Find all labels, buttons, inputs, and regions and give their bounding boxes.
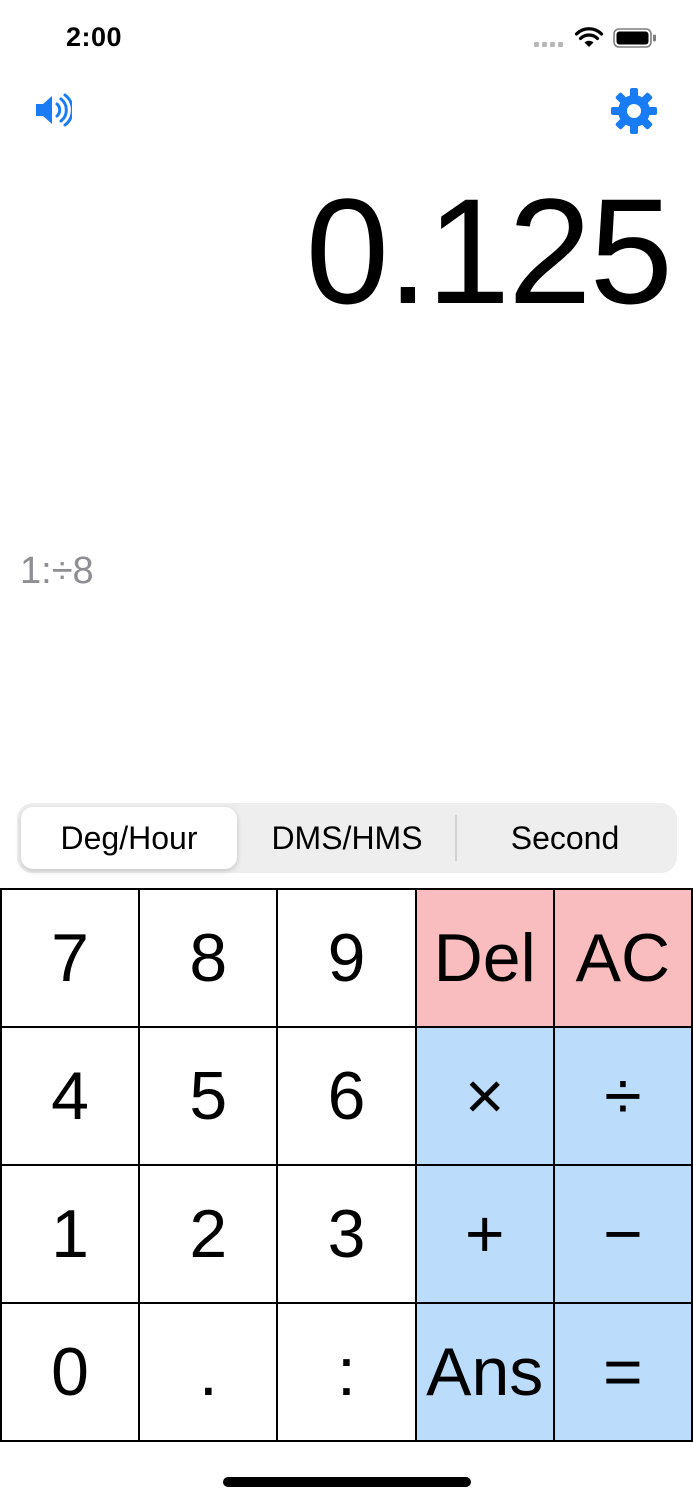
battery-icon (613, 28, 656, 48)
answer-button[interactable]: Ans (416, 1304, 555, 1442)
all-clear-button[interactable]: AC (554, 890, 693, 1028)
key-0[interactable]: 0 (2, 1304, 141, 1442)
expression-history: 1:÷8 (20, 550, 94, 592)
plus-button[interactable]: + (416, 1166, 555, 1304)
key-8[interactable]: 8 (140, 890, 279, 1028)
cellular-signal-icon (534, 42, 566, 48)
key-7[interactable]: 7 (2, 890, 141, 1028)
key-9[interactable]: 9 (278, 890, 417, 1028)
calculator-screen: 2:00 0.125 1:÷8 Deg/Hour DMS/HMS Second … (0, 0, 693, 1500)
minus-button[interactable]: − (554, 1166, 693, 1304)
decimal-point-button[interactable]: . (140, 1304, 279, 1442)
divide-button[interactable]: ÷ (554, 1028, 693, 1166)
key-2[interactable]: 2 (140, 1166, 279, 1304)
segment-dms-hms[interactable]: DMS/HMS (239, 807, 455, 869)
segment-second[interactable]: Second (457, 807, 673, 869)
segment-deg-hour[interactable]: Deg/Hour (21, 807, 237, 869)
key-5[interactable]: 5 (140, 1028, 279, 1166)
gear-icon[interactable] (610, 87, 658, 135)
mode-segmented-control: Deg/Hour DMS/HMS Second (17, 803, 677, 873)
speaker-volume-icon[interactable] (34, 92, 72, 128)
status-bar: 2:00 (0, 0, 693, 76)
multiply-button[interactable]: × (416, 1028, 555, 1166)
key-3[interactable]: 3 (278, 1166, 417, 1304)
colon-button[interactable]: : (278, 1304, 417, 1442)
key-1[interactable]: 1 (2, 1166, 141, 1304)
keypad: 7 8 9 Del AC 4 5 6 × ÷ 1 2 3 + − 0 . : A… (0, 888, 693, 1442)
home-indicator[interactable] (223, 1477, 471, 1487)
status-time: 2:00 (66, 22, 123, 52)
delete-button[interactable]: Del (416, 890, 555, 1028)
wifi-icon (574, 27, 604, 47)
result-display: 0.125 (305, 167, 673, 335)
key-6[interactable]: 6 (278, 1028, 417, 1166)
key-4[interactable]: 4 (2, 1028, 141, 1166)
equals-button[interactable]: = (554, 1304, 693, 1442)
